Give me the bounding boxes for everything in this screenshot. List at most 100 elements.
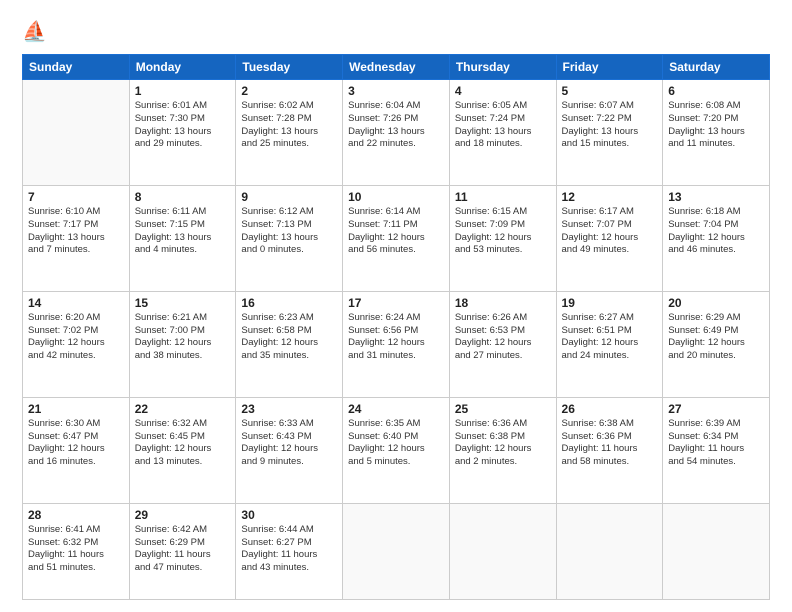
calendar-cell: 11 Sunrise: 6:15 AM Sunset: 7:09 PM Dayli… bbox=[449, 185, 556, 291]
day-number: 24 bbox=[348, 402, 444, 416]
calendar-cell: 2 Sunrise: 6:02 AM Sunset: 7:28 PM Daylig… bbox=[236, 80, 343, 186]
week-row-2: 7Sunrise: 6:10 AM Sunset: 7:17 PM Daylig… bbox=[23, 185, 770, 291]
calendar-cell: 10 Sunrise: 6:14 AM Sunset: 7:11 PM Dayli… bbox=[343, 185, 450, 291]
calendar-cell: 25 Sunrise: 6:36 AM Sunset: 6:38 PM Dayli… bbox=[449, 397, 556, 503]
weekday-header-monday: Monday bbox=[129, 55, 236, 80]
calendar-cell: 1 Sunrise: 6:01 AM Sunset: 7:30 PM Daylig… bbox=[129, 80, 236, 186]
week-row-1: 1 Sunrise: 6:01 AM Sunset: 7:30 PM Daylig… bbox=[23, 80, 770, 186]
weekday-header-tuesday: Tuesday bbox=[236, 55, 343, 80]
day-info: Sunrise: 6:11 AM Sunset: 7:15 PM Dayligh… bbox=[135, 206, 231, 257]
day-info: Sunrise: 6:08 AM Sunset: 7:20 PM Dayligh… bbox=[668, 100, 764, 151]
calendar-cell: 18 Sunrise: 6:26 AM Sunset: 6:53 PM Dayli… bbox=[449, 291, 556, 397]
day-info: Sunrise: 6:38 AM Sunset: 6:36 PM Dayligh… bbox=[562, 418, 658, 469]
day-number: 17 bbox=[348, 296, 444, 310]
calendar-cell: 9 Sunrise: 6:12 AM Sunset: 7:13 PM Daylig… bbox=[236, 185, 343, 291]
day-number: 5 bbox=[562, 84, 658, 98]
calendar-cell: 24 Sunrise: 6:35 AM Sunset: 6:40 PM Dayli… bbox=[343, 397, 450, 503]
calendar-cell: 28 Sunrise: 6:41 AM Sunset: 6:32 PM Dayli… bbox=[23, 503, 130, 599]
header: ⛵ bbox=[22, 18, 770, 46]
day-number: 27 bbox=[668, 402, 764, 416]
day-number: 22 bbox=[135, 402, 231, 416]
day-info: Sunrise: 6:33 AM Sunset: 6:43 PM Dayligh… bbox=[241, 418, 337, 469]
week-row-3: 14 Sunrise: 6:20 AM Sunset: 7:02 PM Dayli… bbox=[23, 291, 770, 397]
day-number: 8 bbox=[135, 190, 231, 204]
calendar-cell: 30 Sunrise: 6:44 AM Sunset: 6:27 PM Dayli… bbox=[236, 503, 343, 599]
day-number: 25 bbox=[455, 402, 551, 416]
calendar-cell: 3 Sunrise: 6:04 AM Sunset: 7:26 PM Daylig… bbox=[343, 80, 450, 186]
day-info: Sunrise: 6:15 AM Sunset: 7:09 PM Dayligh… bbox=[455, 206, 551, 257]
calendar-cell bbox=[343, 503, 450, 599]
logo-icon: ⛵ bbox=[22, 18, 50, 46]
day-info: Sunrise: 6:14 AM Sunset: 7:11 PM Dayligh… bbox=[348, 206, 444, 257]
day-number: 3 bbox=[348, 84, 444, 98]
day-number: 9 bbox=[241, 190, 337, 204]
calendar-cell: 22Sunrise: 6:32 AM Sunset: 6:45 PM Dayli… bbox=[129, 397, 236, 503]
day-number: 11 bbox=[455, 190, 551, 204]
day-info: Sunrise: 6:17 AM Sunset: 7:07 PM Dayligh… bbox=[562, 206, 658, 257]
day-info: Sunrise: 6:36 AM Sunset: 6:38 PM Dayligh… bbox=[455, 418, 551, 469]
day-number: 26 bbox=[562, 402, 658, 416]
logo: ⛵ bbox=[22, 18, 54, 46]
day-info: Sunrise: 6:23 AM Sunset: 6:58 PM Dayligh… bbox=[241, 312, 337, 363]
svg-text:⛵: ⛵ bbox=[22, 19, 47, 43]
calendar-cell: 20Sunrise: 6:29 AM Sunset: 6:49 PM Dayli… bbox=[663, 291, 770, 397]
calendar-cell: 23 Sunrise: 6:33 AM Sunset: 6:43 PM Dayli… bbox=[236, 397, 343, 503]
weekday-header-saturday: Saturday bbox=[663, 55, 770, 80]
day-info: Sunrise: 6:12 AM Sunset: 7:13 PM Dayligh… bbox=[241, 206, 337, 257]
day-number: 28 bbox=[28, 508, 124, 522]
week-row-5: 28 Sunrise: 6:41 AM Sunset: 6:32 PM Dayli… bbox=[23, 503, 770, 599]
day-info: Sunrise: 6:02 AM Sunset: 7:28 PM Dayligh… bbox=[241, 100, 337, 151]
day-number: 2 bbox=[241, 84, 337, 98]
calendar-cell: 16 Sunrise: 6:23 AM Sunset: 6:58 PM Dayli… bbox=[236, 291, 343, 397]
weekday-header-row: SundayMondayTuesdayWednesdayThursdayFrid… bbox=[23, 55, 770, 80]
calendar-cell: 4 Sunrise: 6:05 AM Sunset: 7:24 PM Daylig… bbox=[449, 80, 556, 186]
calendar-cell: 19 Sunrise: 6:27 AM Sunset: 6:51 PM Dayli… bbox=[556, 291, 663, 397]
day-number: 4 bbox=[455, 84, 551, 98]
calendar-cell bbox=[663, 503, 770, 599]
day-info: Sunrise: 6:10 AM Sunset: 7:17 PM Dayligh… bbox=[28, 206, 124, 257]
day-number: 10 bbox=[348, 190, 444, 204]
weekday-header-wednesday: Wednesday bbox=[343, 55, 450, 80]
day-info: Sunrise: 6:24 AM Sunset: 6:56 PM Dayligh… bbox=[348, 312, 444, 363]
day-number: 6 bbox=[668, 84, 764, 98]
day-info: Sunrise: 6:20 AM Sunset: 7:02 PM Dayligh… bbox=[28, 312, 124, 363]
day-info: Sunrise: 6:01 AM Sunset: 7:30 PM Dayligh… bbox=[135, 100, 231, 151]
day-info: Sunrise: 6:42 AM Sunset: 6:29 PM Dayligh… bbox=[135, 524, 231, 575]
calendar-cell: 13 Sunrise: 6:18 AM Sunset: 7:04 PM Dayli… bbox=[663, 185, 770, 291]
day-info: Sunrise: 6:44 AM Sunset: 6:27 PM Dayligh… bbox=[241, 524, 337, 575]
day-info: Sunrise: 6:05 AM Sunset: 7:24 PM Dayligh… bbox=[455, 100, 551, 151]
day-info: Sunrise: 6:29 AM Sunset: 6:49 PM Dayligh… bbox=[668, 312, 764, 363]
calendar-cell: 29 Sunrise: 6:42 AM Sunset: 6:29 PM Dayli… bbox=[129, 503, 236, 599]
calendar-cell: 5 Sunrise: 6:07 AM Sunset: 7:22 PM Daylig… bbox=[556, 80, 663, 186]
day-info: Sunrise: 6:26 AM Sunset: 6:53 PM Dayligh… bbox=[455, 312, 551, 363]
calendar-table: SundayMondayTuesdayWednesdayThursdayFrid… bbox=[22, 54, 770, 600]
calendar-cell: 6 Sunrise: 6:08 AM Sunset: 7:20 PM Daylig… bbox=[663, 80, 770, 186]
day-info: Sunrise: 6:39 AM Sunset: 6:34 PM Dayligh… bbox=[668, 418, 764, 469]
day-number: 23 bbox=[241, 402, 337, 416]
day-info: Sunrise: 6:04 AM Sunset: 7:26 PM Dayligh… bbox=[348, 100, 444, 151]
day-number: 1 bbox=[135, 84, 231, 98]
day-info: Sunrise: 6:41 AM Sunset: 6:32 PM Dayligh… bbox=[28, 524, 124, 575]
day-number: 12 bbox=[562, 190, 658, 204]
day-info: Sunrise: 6:35 AM Sunset: 6:40 PM Dayligh… bbox=[348, 418, 444, 469]
weekday-header-sunday: Sunday bbox=[23, 55, 130, 80]
calendar-cell: 21 Sunrise: 6:30 AM Sunset: 6:47 PM Dayli… bbox=[23, 397, 130, 503]
calendar-cell: 7Sunrise: 6:10 AM Sunset: 7:17 PM Daylig… bbox=[23, 185, 130, 291]
day-number: 13 bbox=[668, 190, 764, 204]
day-number: 14 bbox=[28, 296, 124, 310]
day-number: 21 bbox=[28, 402, 124, 416]
day-info: Sunrise: 6:30 AM Sunset: 6:47 PM Dayligh… bbox=[28, 418, 124, 469]
day-info: Sunrise: 6:21 AM Sunset: 7:00 PM Dayligh… bbox=[135, 312, 231, 363]
day-number: 16 bbox=[241, 296, 337, 310]
day-number: 29 bbox=[135, 508, 231, 522]
weekday-header-friday: Friday bbox=[556, 55, 663, 80]
day-info: Sunrise: 6:07 AM Sunset: 7:22 PM Dayligh… bbox=[562, 100, 658, 151]
day-info: Sunrise: 6:18 AM Sunset: 7:04 PM Dayligh… bbox=[668, 206, 764, 257]
calendar-cell: 14 Sunrise: 6:20 AM Sunset: 7:02 PM Dayli… bbox=[23, 291, 130, 397]
page: ⛵ SundayMondayTuesdayWednesdayThursdayFr… bbox=[0, 0, 792, 612]
day-info: Sunrise: 6:27 AM Sunset: 6:51 PM Dayligh… bbox=[562, 312, 658, 363]
day-number: 19 bbox=[562, 296, 658, 310]
calendar-cell bbox=[449, 503, 556, 599]
day-number: 30 bbox=[241, 508, 337, 522]
day-number: 18 bbox=[455, 296, 551, 310]
